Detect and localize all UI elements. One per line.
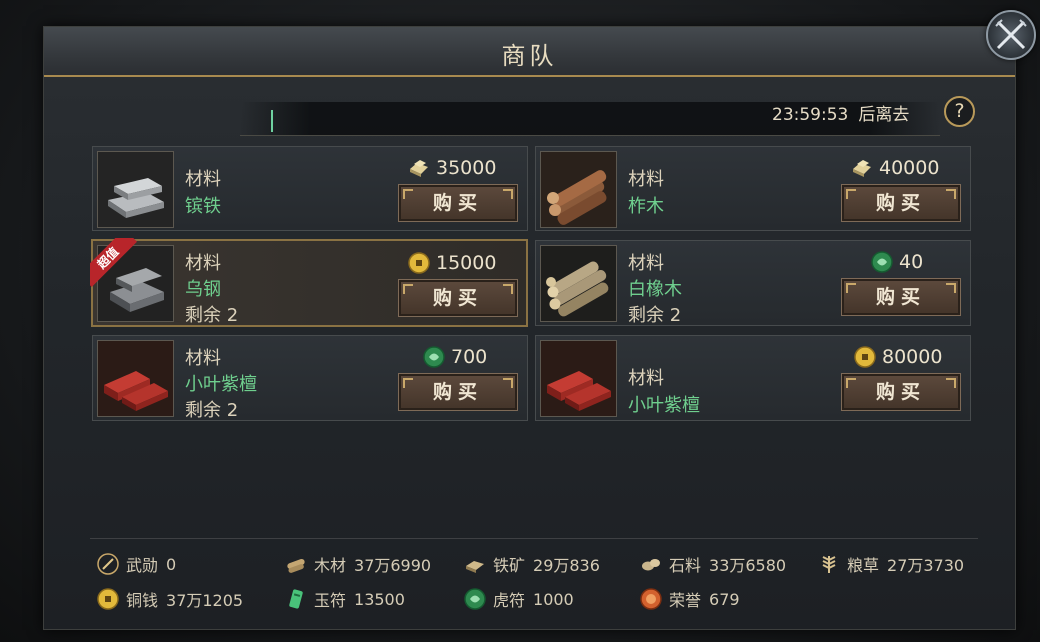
resource-label: 荣誉 xyxy=(669,591,702,610)
resource-jade-tally: 玉符 13500 xyxy=(285,587,405,611)
item-remaining: 剩余 2 xyxy=(628,305,682,326)
resource-honor: 荣誉 679 xyxy=(640,587,740,611)
resource-label: 武勋 xyxy=(126,556,159,575)
crossed-swords-icon xyxy=(995,19,1027,50)
oak-logs-icon xyxy=(540,151,617,228)
item-name: 小叶紫檀 xyxy=(628,395,700,416)
buy-button[interactable]: 购买 xyxy=(398,279,518,317)
jade-token-icon xyxy=(871,251,893,273)
item-name: 白橡木 xyxy=(628,279,682,300)
page-title: 商队 xyxy=(501,42,558,70)
resource-label: 铜钱 xyxy=(126,591,159,610)
timer-suffix: 后离去 xyxy=(858,105,910,125)
jade-token-icon xyxy=(423,346,445,368)
item-category: 材料 xyxy=(628,368,664,389)
buy-button[interactable]: 购买 xyxy=(398,373,518,411)
stone-icon xyxy=(642,559,660,571)
item-remaining: 剩余 2 xyxy=(185,400,239,421)
resource-label: 木材 xyxy=(314,556,347,575)
close-button[interactable] xyxy=(986,10,1036,60)
copper-coin-icon xyxy=(408,252,430,274)
resource-wood: 木材 37万6990 xyxy=(285,552,431,576)
tiger-tally-icon xyxy=(464,588,486,610)
value-badge: 超值 xyxy=(90,238,140,288)
resource-merit: 武勋 0 xyxy=(97,552,176,576)
footer-divider xyxy=(90,538,978,539)
price-value: 35000 xyxy=(436,157,497,179)
price-value: 40000 xyxy=(879,157,940,179)
item-category: 材料 xyxy=(628,253,664,274)
item-remaining: 剩余 2 xyxy=(185,305,239,326)
iron-ore-icon xyxy=(466,561,484,573)
resource-grain: 粮草 27万3730 xyxy=(818,552,964,576)
item-category: 材料 xyxy=(185,253,221,274)
resource-value: 29万836 xyxy=(533,556,600,575)
price-value: 80000 xyxy=(882,346,943,368)
item-name: 柞木 xyxy=(628,196,664,217)
silver-ingot-icon xyxy=(410,160,428,177)
wood-icon xyxy=(287,558,305,573)
grain-icon xyxy=(822,556,836,573)
badge-label: 超值 xyxy=(90,238,137,287)
item-card: 材料 小叶紫檀 剩余 2 700 购买 xyxy=(92,335,528,421)
title-bar: 商队 xyxy=(44,27,1015,77)
resource-label: 铁矿 xyxy=(493,556,526,575)
red-sandalwood-icon xyxy=(97,340,174,417)
item-card-featured: 超值 材料 乌钢 剩余 2 15000 购买 xyxy=(90,238,528,327)
buy-button[interactable]: 购买 xyxy=(841,184,961,222)
resource-iron: 铁矿 29万836 xyxy=(464,552,600,576)
item-name: 乌钢 xyxy=(185,279,221,300)
item-price: 40000 xyxy=(851,156,939,180)
price-value: 15000 xyxy=(436,252,497,274)
red-sandalwood-icon xyxy=(540,340,617,417)
help-button[interactable]: ? xyxy=(944,96,975,127)
resource-copper: 铜钱 37万1205 xyxy=(97,587,243,611)
resource-value: 0 xyxy=(166,554,177,574)
item-category: 材料 xyxy=(185,169,221,190)
price-value: 40 xyxy=(899,251,924,273)
item-card: 材料 镔铁 35000 购买 xyxy=(92,146,528,231)
resource-label: 虎符 xyxy=(493,591,526,610)
resource-stone: 石料 33万6580 xyxy=(640,552,786,576)
resource-value: 33万6580 xyxy=(709,556,787,575)
item-card: 材料 白橡木 剩余 2 40 购买 xyxy=(535,240,971,326)
white-oak-logs-icon xyxy=(540,245,617,322)
resource-label: 玉符 xyxy=(314,591,347,610)
timer-time: 23:59:53 xyxy=(772,105,849,125)
resource-label: 石料 xyxy=(669,556,702,575)
silver-ingot-icon xyxy=(853,160,871,177)
resource-value: 679 xyxy=(709,589,740,609)
departure-timer: 23:59:53 后离去 xyxy=(772,100,909,125)
item-price: 15000 xyxy=(408,251,496,275)
jade-tally-icon xyxy=(289,589,303,609)
copper-coin-icon xyxy=(97,588,119,610)
iron-ingot-icon xyxy=(97,151,174,228)
item-price: 35000 xyxy=(408,156,496,180)
resource-value: 37万1205 xyxy=(166,591,244,610)
buy-button[interactable]: 购买 xyxy=(841,278,961,316)
item-category: 材料 xyxy=(185,348,221,369)
item-price: 80000 xyxy=(854,345,942,369)
item-price: 40 xyxy=(871,250,923,274)
resource-value: 1000 xyxy=(533,589,574,609)
honor-icon xyxy=(640,588,662,610)
item-category: 材料 xyxy=(628,169,664,190)
resource-tiger-tally: 虎符 1000 xyxy=(464,587,574,611)
resource-label: 粮草 xyxy=(847,556,880,575)
timer-marker xyxy=(271,110,273,132)
buy-button[interactable]: 购买 xyxy=(398,184,518,222)
merit-icon xyxy=(97,553,119,575)
resource-value: 37万6990 xyxy=(354,556,432,575)
item-name: 镔铁 xyxy=(185,196,221,217)
item-price: 700 xyxy=(423,345,487,369)
buy-button[interactable]: 购买 xyxy=(841,373,961,411)
price-value: 700 xyxy=(451,346,488,368)
copper-coin-icon xyxy=(854,346,876,368)
item-card: 材料 柞木 40000 购买 xyxy=(535,146,971,231)
resource-value: 13500 xyxy=(354,589,405,609)
item-name: 小叶紫檀 xyxy=(185,374,257,395)
resource-value: 27万3730 xyxy=(887,556,965,575)
item-card: 材料 小叶紫檀 80000 购买 xyxy=(535,335,971,421)
